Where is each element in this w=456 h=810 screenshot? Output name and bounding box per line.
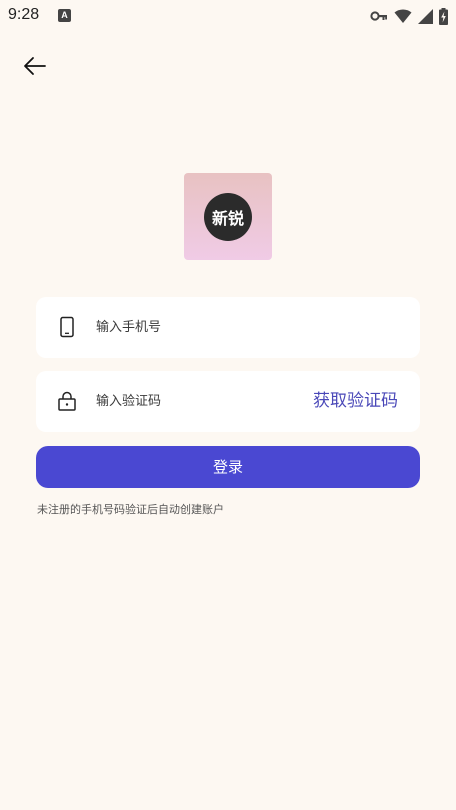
registration-hint: 未注册的手机号码验证后自动创建账户 [37,503,224,516]
status-icons [370,6,448,26]
login-button[interactable]: 登录 [36,446,420,488]
wifi-icon [394,9,412,23]
battery-charging-icon [439,7,448,25]
get-code-button[interactable]: 获取验证码 [313,371,398,432]
status-time: 9:28 [8,6,40,23]
phone-field [36,297,420,358]
verification-code-input[interactable] [96,371,296,432]
status-bar: 9:28 A [0,0,456,32]
phone-input[interactable] [96,297,396,358]
logo-text: 新锐 [204,192,252,241]
app-notification-icon: A [58,9,71,22]
phone-icon [60,316,74,338]
arrow-left-icon [24,57,46,75]
lock-icon [58,391,76,411]
back-button[interactable] [18,50,52,82]
code-field: 获取验证码 [36,371,420,432]
cellular-signal-icon [418,8,433,24]
vpn-key-icon [370,11,387,21]
app-logo: 新锐 [184,173,272,260]
